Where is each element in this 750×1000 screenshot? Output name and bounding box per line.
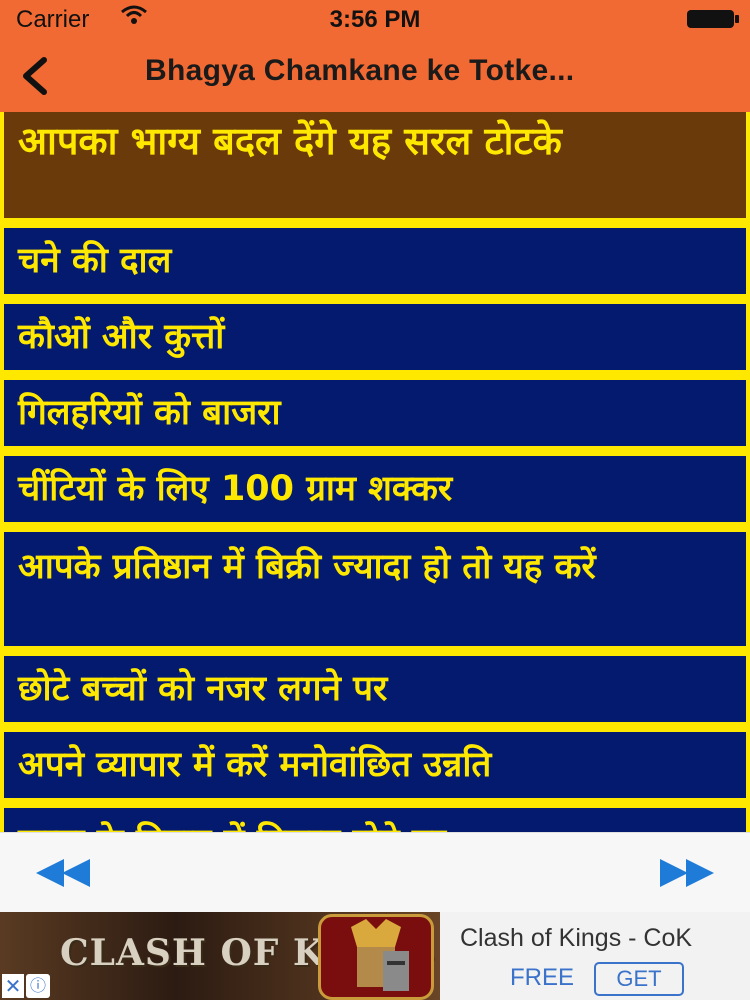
- ad-info-icon[interactable]: ⓘ: [26, 974, 50, 998]
- list-item-label: अपने व्यापार में करें मनोवांछित उन्नति: [18, 745, 492, 785]
- list-item-label: गिलहरियों को बाजरा: [18, 393, 281, 433]
- list-item[interactable]: चने की दाल: [4, 228, 746, 294]
- battery-icon: [687, 10, 739, 28]
- ad-close-icon[interactable]: ✕: [2, 974, 24, 998]
- status-bar: Carrier 3:56 PM: [0, 0, 750, 40]
- list-item-label: छोटे बच्चों को नजर लगने पर: [18, 669, 388, 709]
- list-item-label: आपका भाग्य बदल देंगे यह सरल टोटके: [18, 119, 562, 163]
- page-title: Bhagya Chamkane ke Totke...: [145, 54, 575, 87]
- top-bar: Carrier 3:56 PM Bhagya Chamkane ke Totke…: [0, 0, 750, 112]
- list-item[interactable]: अपने व्यापार में करें मनोवांछित उन्नति: [4, 732, 746, 798]
- ad-app-name: Clash of Kings - CoK: [460, 924, 693, 952]
- knight-helmet-icon: [351, 919, 409, 991]
- list-item[interactable]: आपके प्रतिष्ठान में बिक्री ज्यादा हो तो …: [4, 532, 746, 646]
- ad-image[interactable]: CLASH OF KINGS ✕ ⓘ: [0, 912, 440, 1000]
- pager-bar: [0, 832, 750, 913]
- list-item-label: कौओं और कुत्तों: [18, 317, 225, 357]
- list-item-label: आपके प्रतिष्ठान में बिक्री ज्यादा हो तो …: [18, 547, 596, 587]
- list-item-label: चने की दाल: [18, 241, 172, 281]
- totke-list: आपका भाग्य बदल देंगे यह सरल टोटके चने की…: [0, 112, 750, 832]
- ad-price: FREE: [510, 964, 575, 991]
- list-item[interactable]: गिलहरियों को बाजरा: [4, 380, 746, 446]
- ad-banner[interactable]: CLASH OF KINGS ✕ ⓘ Clash of Kings - CoK …: [0, 912, 750, 1000]
- list-item[interactable]: चींटियों के लिए 100 ग्राम शक्कर: [4, 456, 746, 522]
- status-time: 3:56 PM: [329, 6, 421, 33]
- list-item[interactable]: कन्या के विवाह में विलम्ब होने पर: [4, 808, 746, 832]
- back-chevron-icon[interactable]: [14, 52, 58, 100]
- list-item-label: कन्या के विवाह में विलम्ब होने पर: [18, 820, 446, 832]
- list-item[interactable]: कौओं और कुत्तों: [4, 304, 746, 370]
- list-item-label: चींटियों के लिए 100 ग्राम शक्कर: [18, 469, 453, 509]
- app-icon: [318, 914, 434, 1000]
- list-item[interactable]: छोटे बच्चों को नजर लगने पर: [4, 656, 746, 722]
- list-item-featured[interactable]: आपका भाग्य बदल देंगे यह सरल टोटके: [4, 112, 746, 218]
- ad-get-button[interactable]: GET: [594, 962, 684, 996]
- rewind-icon[interactable]: [30, 855, 100, 891]
- navigation-bar: Bhagya Chamkane ke Totke...: [0, 40, 750, 112]
- fast-forward-icon[interactable]: [650, 855, 720, 891]
